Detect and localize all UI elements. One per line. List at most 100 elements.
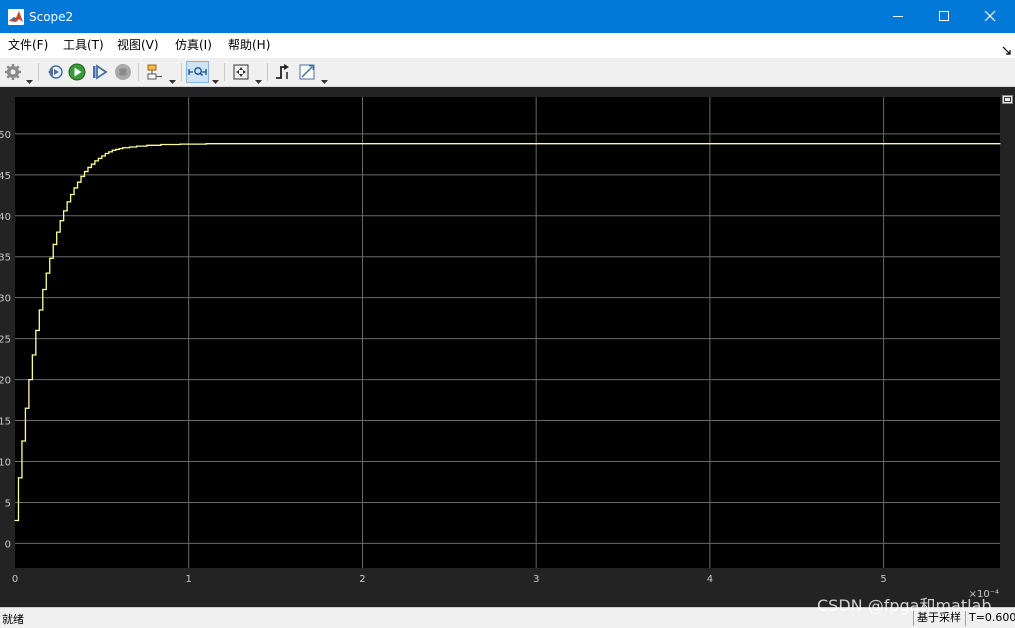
x-tick-label: 2 (359, 574, 365, 585)
data-point (56, 231, 58, 233)
autoscale-icon[interactable] (231, 62, 251, 82)
plot-background (15, 97, 1000, 568)
data-point (104, 152, 106, 155)
title-bar[interactable]: Scope2 (0, 0, 1015, 33)
cursor-measurements-icon[interactable] (297, 62, 317, 82)
data-point (97, 157, 99, 160)
data-point (14, 519, 16, 522)
toolbar-separator (224, 63, 225, 81)
toolbar-separator (267, 63, 268, 81)
maximize-icon (939, 11, 949, 21)
minimize-button[interactable] (876, 0, 922, 33)
menu-simulation[interactable]: 仿真(I) (175, 38, 212, 53)
data-point (999, 143, 1001, 145)
highlight-dropdown-icon[interactable] (169, 70, 176, 84)
data-point (122, 147, 124, 149)
status-text: 就绪 (2, 613, 24, 626)
data-point (59, 220, 61, 222)
y-tick-label: 0 (5, 539, 11, 550)
scope-display: 0 5 10 15 20 25 30 35 40 45 50 012345 ×10⁻⁴ (0, 87, 1015, 607)
data-point (108, 151, 110, 153)
data-point (17, 477, 20, 479)
data-point (45, 272, 47, 274)
close-button[interactable] (968, 0, 1014, 33)
minimize-icon (893, 16, 903, 17)
data-point (111, 149, 113, 151)
x-tick-label: 5 (880, 574, 886, 585)
data-point (160, 143, 162, 146)
data-point (63, 210, 65, 212)
data-point (76, 181, 79, 183)
x-tick-label: 3 (533, 574, 539, 585)
step-back-icon[interactable] (45, 62, 65, 82)
y-tick-label: 30 (0, 294, 11, 305)
data-point (205, 143, 207, 145)
data-point (35, 329, 37, 332)
settings-icon[interactable] (3, 62, 23, 82)
data-point (90, 163, 93, 165)
y-tick-label: 40 (0, 212, 11, 223)
data-point (80, 175, 82, 178)
data-point (94, 160, 96, 162)
close-icon (984, 10, 996, 22)
data-point (28, 379, 30, 381)
data-point (49, 257, 51, 259)
data-point (115, 148, 117, 151)
data-point (118, 148, 120, 150)
y-tick-label: 45 (0, 171, 11, 182)
y-tick-label: 25 (0, 335, 11, 346)
y-tick-label: 5 (5, 498, 11, 509)
matlab-logo-icon (8, 9, 24, 25)
data-point (24, 407, 27, 409)
data-point (69, 193, 72, 196)
dock-icon[interactable] (1002, 41, 1012, 55)
data-point (73, 187, 75, 189)
y-tick-label: 10 (0, 458, 11, 469)
data-point (38, 309, 40, 311)
y-tick-label: 35 (0, 253, 11, 264)
x-tick-label: 0 (12, 574, 18, 585)
menu-file[interactable]: 文件(F) (8, 38, 48, 53)
measurements-dropdown-icon[interactable] (321, 70, 328, 84)
data-point (101, 155, 103, 157)
toolbar-separator (138, 63, 139, 81)
y-tick-label: 20 (0, 376, 11, 387)
run-icon[interactable] (67, 62, 87, 82)
data-point (52, 243, 54, 246)
toolbar-separator (38, 63, 39, 81)
data-point (42, 288, 44, 291)
y-tick-label: 15 (0, 417, 11, 428)
highlight-block-icon[interactable] (145, 62, 165, 82)
zoom-dropdown-icon[interactable] (212, 70, 219, 84)
y-tick-label: 50 (0, 130, 11, 141)
menu-help[interactable]: 帮助(H) (228, 38, 270, 53)
x-tick-label: 1 (186, 574, 192, 585)
data-point (66, 201, 68, 203)
autoscale-dropdown-icon[interactable] (255, 70, 262, 84)
data-point (87, 166, 89, 169)
maximize-button[interactable] (922, 0, 968, 33)
stop-icon[interactable] (113, 62, 133, 82)
zoom-icon[interactable] (186, 61, 209, 83)
step-forward-icon[interactable] (90, 62, 110, 82)
window-title: Scope2 (29, 10, 74, 24)
x-axis: 0 1 2 3 4 5 (12, 574, 887, 585)
menu-bar: 文件(F) 工具(T) 视图(V) 仿真(I) 帮助(H) (0, 33, 1015, 58)
menu-tools[interactable]: 工具(T) (63, 38, 104, 53)
data-point (83, 170, 86, 173)
data-point (31, 354, 33, 356)
data-point (21, 440, 23, 442)
settings-dropdown-icon[interactable] (26, 70, 33, 84)
toolbar (0, 58, 1015, 87)
x-tick-label: 4 (707, 574, 713, 585)
triggers-icon[interactable] (273, 62, 293, 82)
restore-axes-icon[interactable] (1002, 89, 1013, 104)
scope-plot[interactable]: 05101520253035404550 012345 ×10⁻⁴ (0, 87, 1015, 607)
watermark: CSDN @fpga和matlab (817, 596, 992, 615)
data-point (179, 143, 181, 145)
menu-view[interactable]: 视图(V) (117, 38, 159, 53)
data-point (129, 146, 131, 148)
toolbar-separator (181, 63, 182, 81)
data-point (136, 145, 138, 147)
data-point (146, 144, 148, 146)
